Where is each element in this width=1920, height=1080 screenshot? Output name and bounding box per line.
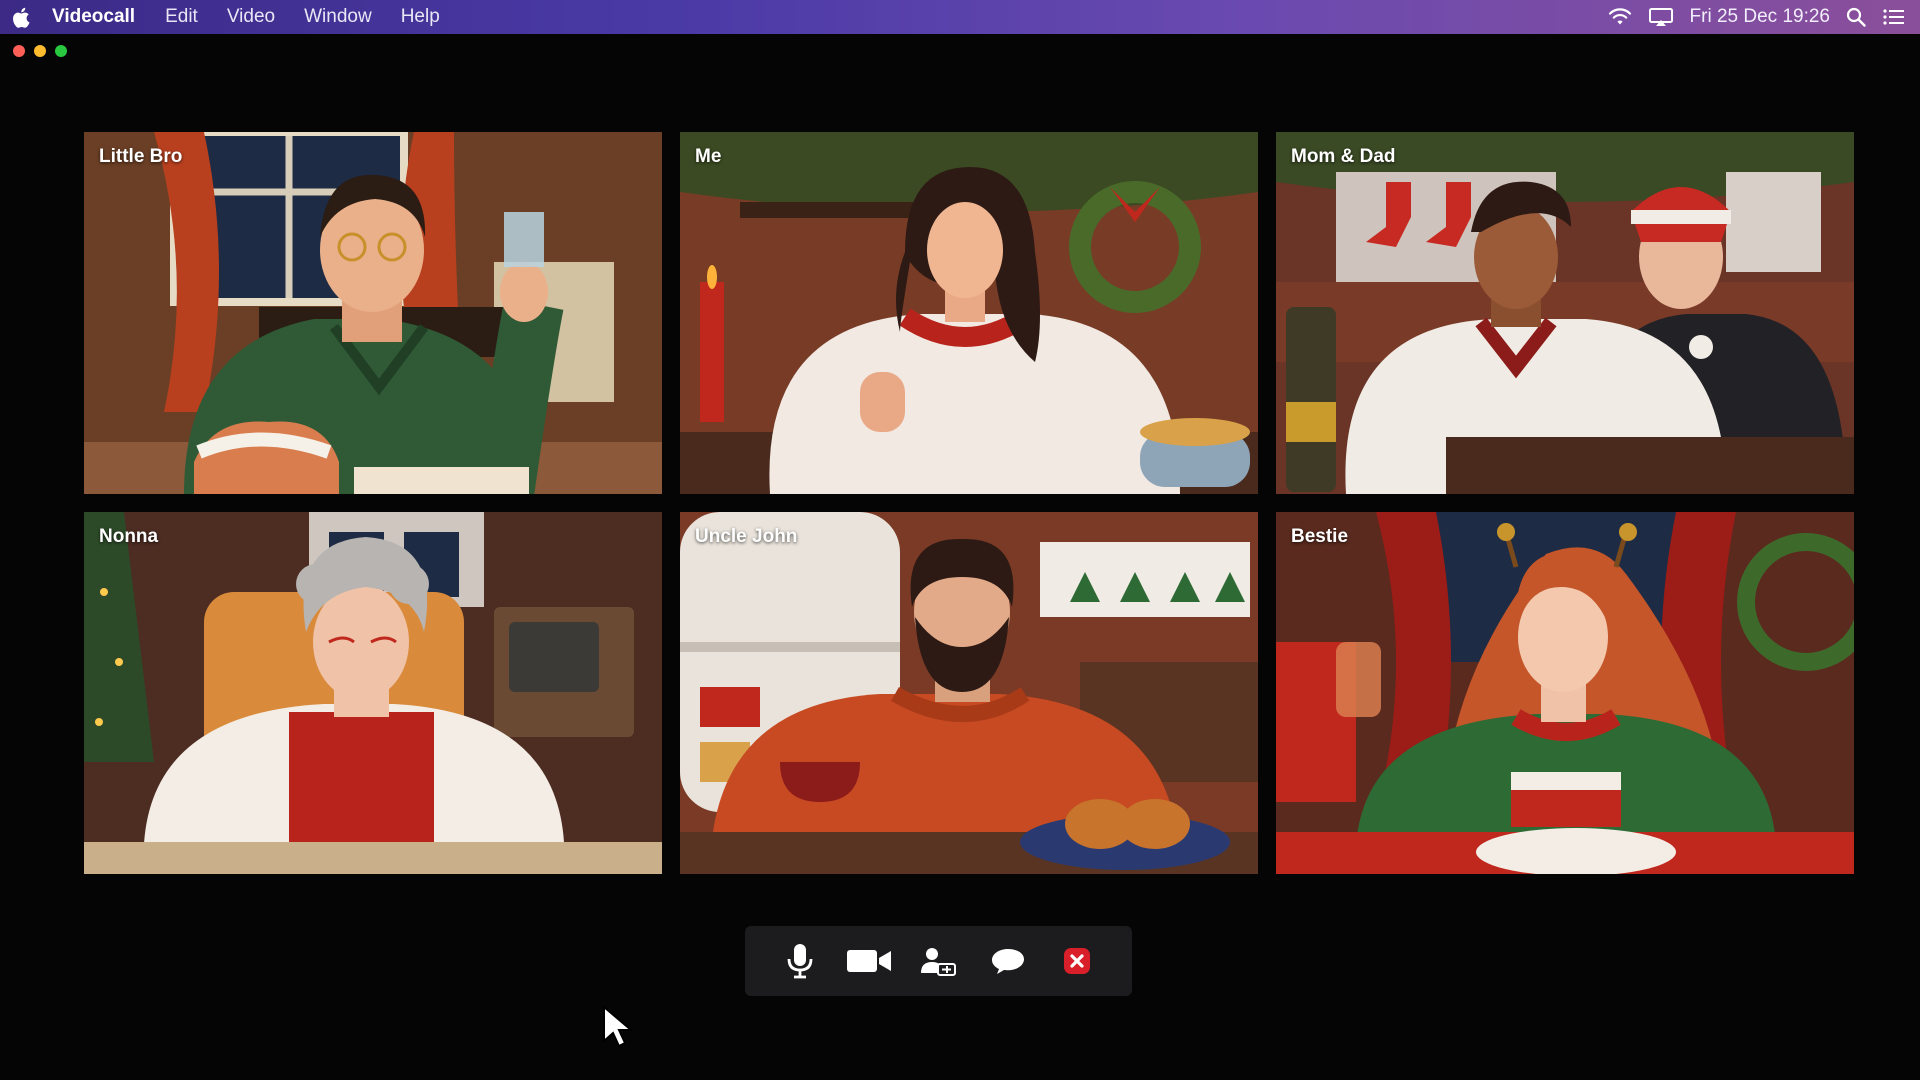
video-toggle-button[interactable]: [843, 935, 895, 987]
menu-video[interactable]: Video: [227, 6, 275, 28]
airplay-icon[interactable]: [1648, 7, 1674, 27]
menu-bar: Videocall Edit Video Window Help Fri 25 …: [0, 0, 1920, 34]
participant-tile-bestie[interactable]: Bestie: [1276, 512, 1854, 874]
search-icon[interactable]: [1846, 7, 1866, 27]
participant-tile-uncle-john[interactable]: Uncle John: [680, 512, 1258, 874]
window-controls: [13, 45, 67, 57]
menu-edit[interactable]: Edit: [165, 6, 198, 28]
end-call-button[interactable]: [1051, 935, 1103, 987]
add-participant-button[interactable]: [912, 935, 964, 987]
microphone-icon: [787, 944, 813, 979]
menu-app-name[interactable]: Videocall: [52, 6, 135, 28]
list-icon[interactable]: [1882, 7, 1906, 27]
end-call-icon: [1064, 948, 1091, 974]
window-maximize-button[interactable]: [55, 45, 67, 57]
menu-help[interactable]: Help: [401, 6, 440, 28]
window-minimize-button[interactable]: [34, 45, 46, 57]
camera-icon: [847, 950, 892, 972]
menu-window[interactable]: Window: [304, 6, 372, 28]
add-participant-icon: [921, 948, 957, 976]
wifi-icon[interactable]: [1608, 8, 1632, 26]
apple-icon[interactable]: [10, 6, 32, 28]
participant-video-bestie: [1276, 512, 1854, 874]
chat-button[interactable]: [982, 935, 1034, 987]
participant-tile-mom-and-dad[interactable]: Mom & Dad: [1276, 132, 1854, 494]
chat-icon: [991, 949, 1024, 974]
participant-name: Nonna: [99, 526, 159, 547]
window-close-button[interactable]: [13, 45, 25, 57]
participant-video-nonna: [84, 512, 662, 874]
mouse-cursor-icon: [603, 1005, 634, 1048]
menubar-clock[interactable]: Fri 25 Dec 19:26: [1690, 6, 1830, 28]
participant-video-me: [680, 132, 1258, 494]
participant-name: Bestie: [1291, 526, 1349, 547]
participant-tile-nonna[interactable]: Nonna: [84, 512, 662, 874]
mute-button[interactable]: [774, 935, 826, 987]
participant-video-mom-and-dad: [1276, 132, 1854, 494]
participant-tile-me[interactable]: Me: [680, 132, 1258, 494]
participant-video-little-bro: [84, 132, 662, 494]
participant-tile-little-bro[interactable]: Little Bro: [84, 132, 662, 494]
participant-name: Little Bro: [99, 146, 183, 167]
participant-name: Uncle John: [695, 526, 798, 547]
call-control-bar: [745, 926, 1132, 996]
participant-name: Mom & Dad: [1291, 146, 1396, 167]
participant-video-uncle-john: [680, 512, 1258, 874]
participant-name: Me: [695, 146, 722, 167]
